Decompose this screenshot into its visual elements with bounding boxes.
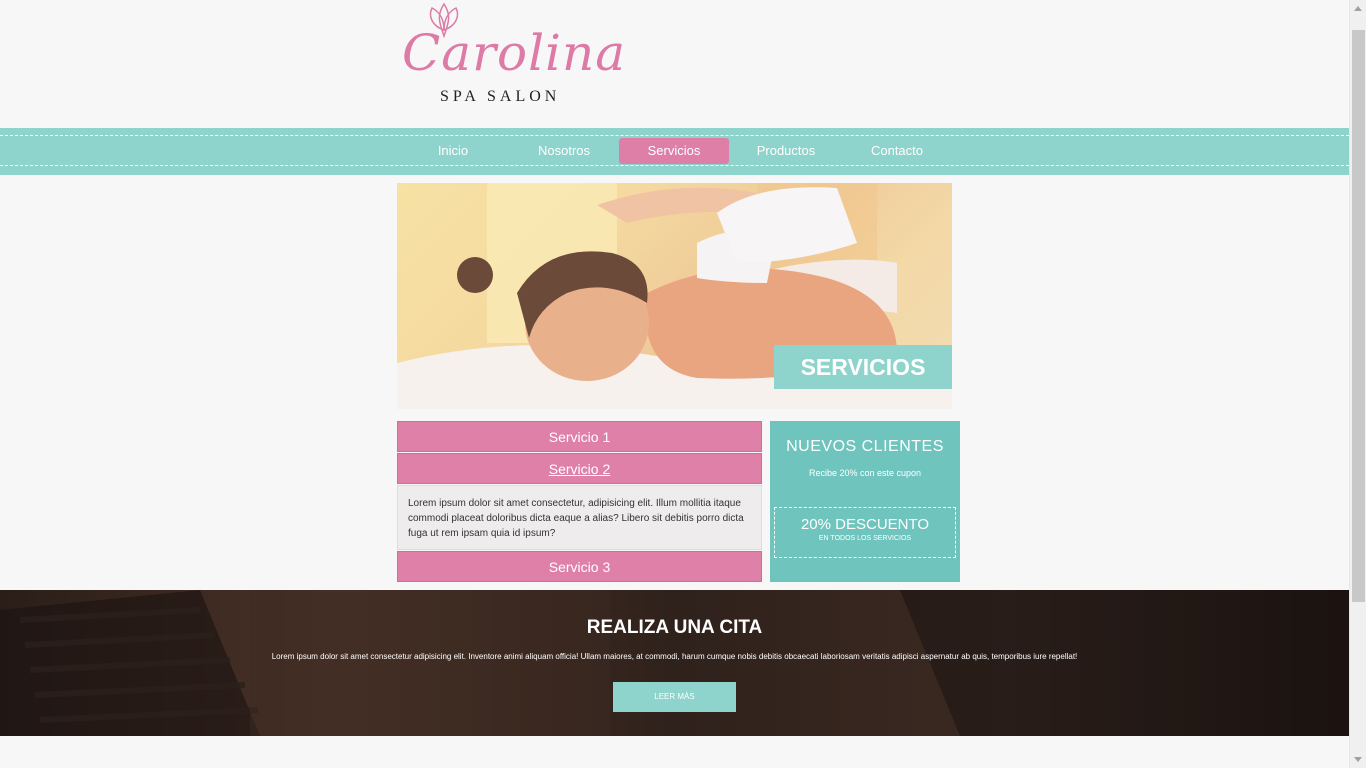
coupon-headline: 20% DESCUENTO: [800, 516, 930, 533]
scroll-down-icon[interactable]: [1354, 757, 1362, 762]
nav-item-contacto[interactable]: Contacto: [842, 138, 952, 164]
accordion-header-servicio-2[interactable]: Servicio 2: [397, 453, 762, 484]
hero-label: SERVICIOS: [774, 345, 952, 389]
main-nav: Inicio Nosotros Servicios Productos Cont…: [0, 128, 1349, 175]
accordion-header-servicio-1[interactable]: Servicio 1: [397, 421, 762, 452]
accordion-body-servicio-2: Lorem ipsum dolor sit amet consectetur, …: [397, 485, 762, 550]
nav-item-productos[interactable]: Productos: [731, 138, 841, 164]
hero-image: SERVICIOS: [397, 183, 952, 409]
nav-item-servicios[interactable]: Servicios: [619, 138, 729, 164]
appointment-banner: REALIZA UNA CITA Lorem ipsum dolor sit a…: [0, 590, 1349, 736]
logo-subtitle: SPA SALON: [440, 88, 561, 105]
scrollbar[interactable]: [1349, 0, 1366, 768]
logo-name: Carolina: [402, 24, 627, 82]
scrollbar-thumb[interactable]: [1352, 30, 1365, 602]
nav-item-inicio[interactable]: Inicio: [398, 138, 508, 164]
accordion-header-servicio-3[interactable]: Servicio 3: [397, 551, 762, 582]
accordion-header-label: Servicio 1: [548, 429, 611, 445]
logo[interactable]: Carolina SPA SALON: [400, 0, 625, 110]
scroll-up-icon[interactable]: [1354, 6, 1362, 11]
banner-background-image: [0, 590, 1349, 736]
services-accordion: Servicio 1 Servicio 2 Lorem ipsum dolor …: [397, 421, 762, 583]
promo-box: NUEVOS CLIENTES Recibe 20% con este cupo…: [770, 421, 960, 582]
promo-text: Recibe 20% con este cupon: [808, 468, 922, 478]
read-more-button[interactable]: LEER MÁS: [613, 682, 736, 712]
accordion-header-label: Servicio 3: [548, 559, 611, 575]
accordion-header-label: Servicio 2: [548, 461, 611, 477]
coupon[interactable]: 20% DESCUENTO EN TODOS LOS SERVICIOS: [774, 507, 956, 558]
coupon-subtext: EN TODOS LOS SERVICIOS: [818, 535, 912, 542]
appointment-title: REALIZA UNA CITA: [586, 617, 763, 638]
appointment-text: Lorem ipsum dolor sit amet consectetur a…: [271, 652, 1078, 661]
nav-item-nosotros[interactable]: Nosotros: [509, 138, 619, 164]
promo-title: NUEVOS CLIENTES: [786, 438, 944, 455]
